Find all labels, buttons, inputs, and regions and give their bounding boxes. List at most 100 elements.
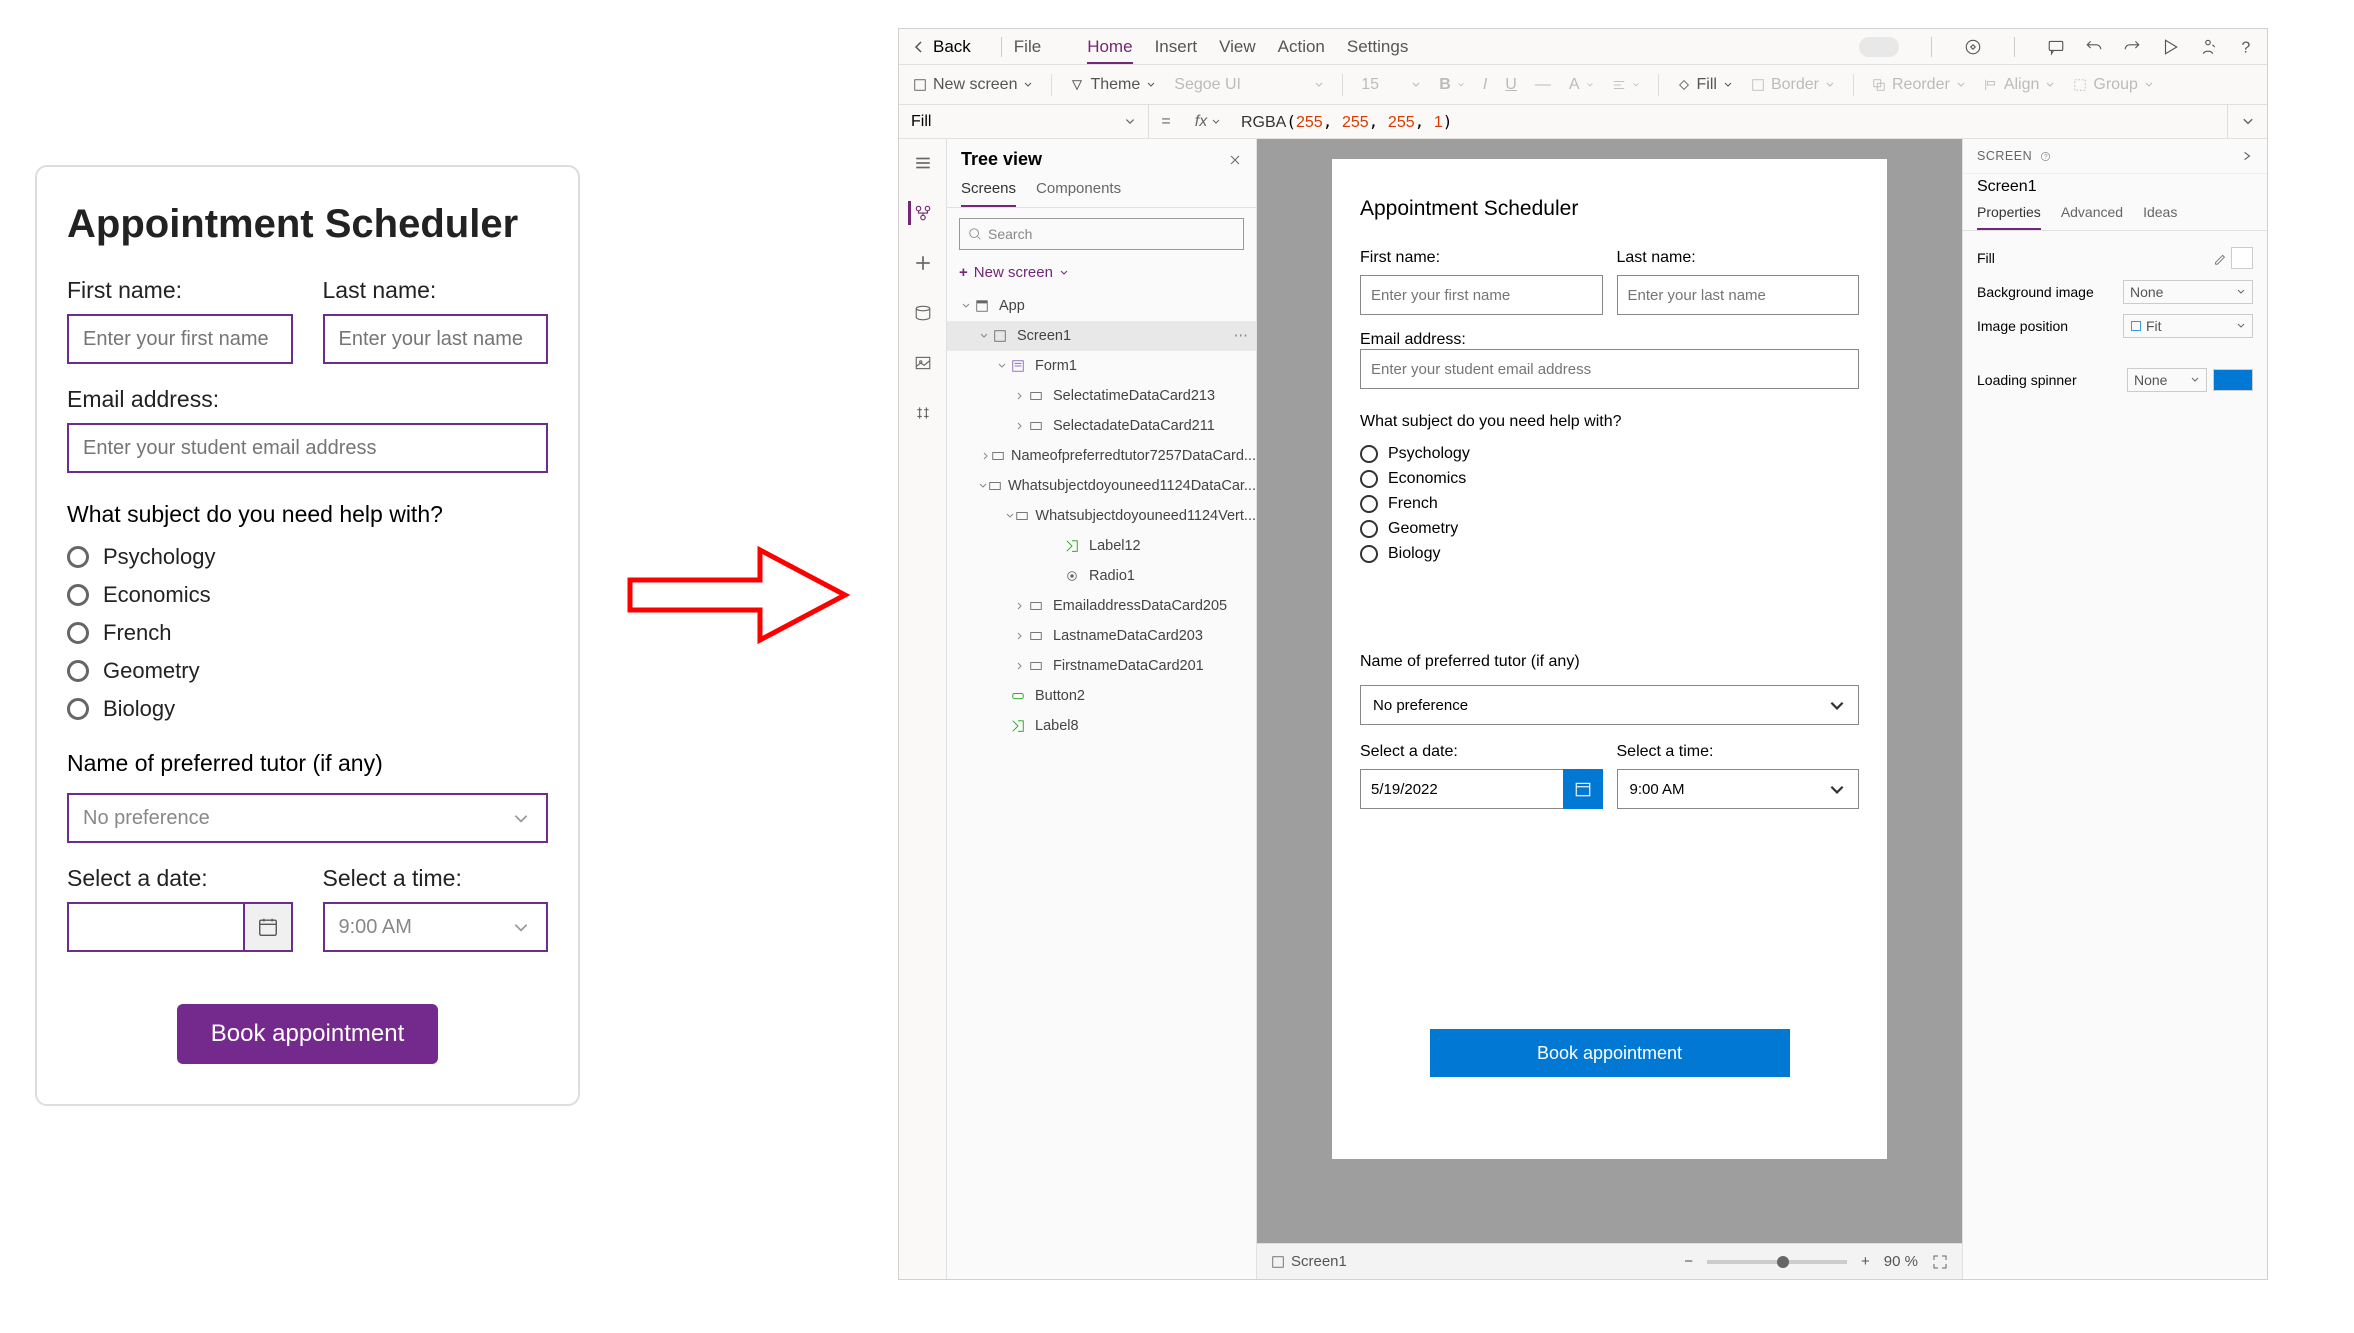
tree-new-screen-button[interactable]: + New screen [959,264,1244,281]
email-input[interactable] [67,423,548,473]
tab-properties[interactable]: Properties [1977,204,2041,230]
more-icon[interactable]: ⋯ [1234,328,1249,344]
menu-settings[interactable]: Settings [1347,37,1408,56]
back-button[interactable]: Back [911,37,971,57]
help-icon[interactable]: ? [2237,38,2255,56]
app-calendar-button[interactable] [1563,769,1603,809]
tab-screens[interactable]: Screens [961,180,1016,207]
tree-node[interactable]: FirstnameDataCard201 [947,651,1256,681]
spinner-color-swatch[interactable] [2213,369,2253,391]
group-button[interactable]: Group [2073,76,2153,94]
tab-advanced[interactable]: Advanced [2061,204,2123,230]
app-radio-option-geometry[interactable]: Geometry [1360,520,1859,538]
underline-button[interactable]: U [1505,76,1517,94]
media-icon[interactable] [911,351,935,375]
data-icon[interactable] [911,301,935,325]
image-pos-select[interactable]: Fit [2123,314,2253,338]
first-name-input[interactable] [67,314,293,364]
app-email-input[interactable] [1360,349,1859,389]
app-tutor-select[interactable]: No preference [1360,685,1859,725]
tutor-value[interactable] [67,793,548,843]
zoom-out-button[interactable]: − [1684,1253,1693,1270]
tree-search-input[interactable]: Search [959,218,1244,250]
tree-node[interactable]: SelectatimeDataCard213 [947,381,1256,411]
share-icon[interactable] [2199,38,2217,56]
menu-home[interactable]: Home [1087,37,1132,64]
font-selector[interactable]: Segoe UI [1174,76,1324,94]
tree-node[interactable]: Button2 [947,681,1256,711]
radio-option-french[interactable]: French [67,620,548,646]
tree-node[interactable]: Radio1 [947,561,1256,591]
font-size-selector[interactable]: 15 [1361,76,1421,94]
border-button[interactable]: Border [1751,76,1835,94]
radio-option-geometry[interactable]: Geometry [67,658,548,684]
undo-icon[interactable] [2085,38,2103,56]
time-select[interactable] [323,902,549,952]
fit-screen-icon[interactable] [1932,1254,1948,1270]
tree-node[interactable]: Form1 [947,351,1256,381]
radio-option-psychology[interactable]: Psychology [67,544,548,570]
align-button[interactable]: Align [1984,76,2056,94]
reorder-button[interactable]: Reorder [1872,76,1966,94]
tree-node[interactable]: SelectadateDataCard211 [947,411,1256,441]
tree-node[interactable]: Whatsubjectdoyouneed1124Vert... [947,501,1256,531]
theme-button[interactable]: Theme [1070,76,1156,94]
tree-node[interactable]: App [947,291,1256,321]
radio-option-economics[interactable]: Economics [67,582,548,608]
bold-button[interactable]: B [1439,76,1465,94]
fill-swatch[interactable] [2231,247,2253,269]
app-radio-option-economics[interactable]: Economics [1360,470,1859,488]
italic-button[interactable]: I [1483,76,1487,94]
tree-node[interactable]: EmailaddressDataCard205 [947,591,1256,621]
property-selector[interactable]: Fill [899,105,1149,138]
font-color-button[interactable]: A [1569,76,1594,94]
tree-node[interactable]: Label8 [947,711,1256,741]
menu-view[interactable]: View [1219,37,1256,56]
user-indicator[interactable] [1859,37,1899,57]
app-radio-option-psychology[interactable]: Psychology [1360,445,1859,463]
tree-node[interactable]: Whatsubjectdoyouneed1124DataCar... [947,471,1256,501]
spinner-select[interactable]: None [2127,368,2207,392]
tree-node[interactable]: Nameofpreferredtutor7257DataCard... [947,441,1256,471]
expand-formula-button[interactable] [2227,105,2267,138]
tutor-select[interactable] [67,793,548,843]
zoom-in-button[interactable]: + [1861,1253,1870,1270]
radio-option-biology[interactable]: Biology [67,696,548,722]
tree-node[interactable]: LastnameDataCard203 [947,621,1256,651]
menu-insert[interactable]: Insert [1155,37,1198,56]
hamburger-icon[interactable] [911,151,935,175]
menu-action[interactable]: Action [1278,37,1325,56]
tools-icon[interactable] [911,401,935,425]
bg-image-select[interactable]: None [2123,280,2253,304]
comments-icon[interactable] [2047,38,2065,56]
app-canvas-screen[interactable]: Appointment Scheduler First name: Last n… [1332,159,1887,1159]
app-time-select[interactable]: 9:00 AM [1617,769,1860,809]
strikethrough-button[interactable]: — [1535,76,1551,94]
zoom-slider[interactable] [1707,1260,1847,1264]
text-align-button[interactable] [1612,78,1640,92]
tree-view-icon[interactable] [908,201,932,225]
app-last-name-input[interactable] [1617,275,1860,315]
app-date-input[interactable]: 5/19/2022 [1360,769,1563,809]
health-check-icon[interactable] [1964,38,1982,56]
tree-node[interactable]: Label12 [947,531,1256,561]
chevron-right-icon[interactable] [2241,150,2253,162]
app-book-button[interactable]: Book appointment [1430,1029,1790,1077]
calendar-button[interactable] [243,902,293,952]
play-icon[interactable] [2161,38,2179,56]
menu-file[interactable]: File [1014,37,1041,56]
tree-node[interactable]: Screen1⋯ [947,321,1256,351]
book-appointment-button[interactable]: Book appointment [177,1004,438,1064]
fill-button[interactable]: Fill [1677,76,1733,94]
tab-ideas[interactable]: Ideas [2143,204,2177,230]
date-input[interactable] [67,902,243,952]
last-name-input[interactable] [323,314,549,364]
app-first-name-input[interactable] [1360,275,1603,315]
insert-icon[interactable] [911,251,935,275]
formula-input[interactable]: RGBA(255, 255, 255, 1) [1233,112,2227,132]
close-icon[interactable] [1228,153,1242,167]
app-radio-option-french[interactable]: French [1360,495,1859,513]
new-screen-button[interactable]: New screen [913,76,1033,94]
app-radio-option-biology[interactable]: Biology [1360,545,1859,563]
tab-components[interactable]: Components [1036,180,1121,207]
